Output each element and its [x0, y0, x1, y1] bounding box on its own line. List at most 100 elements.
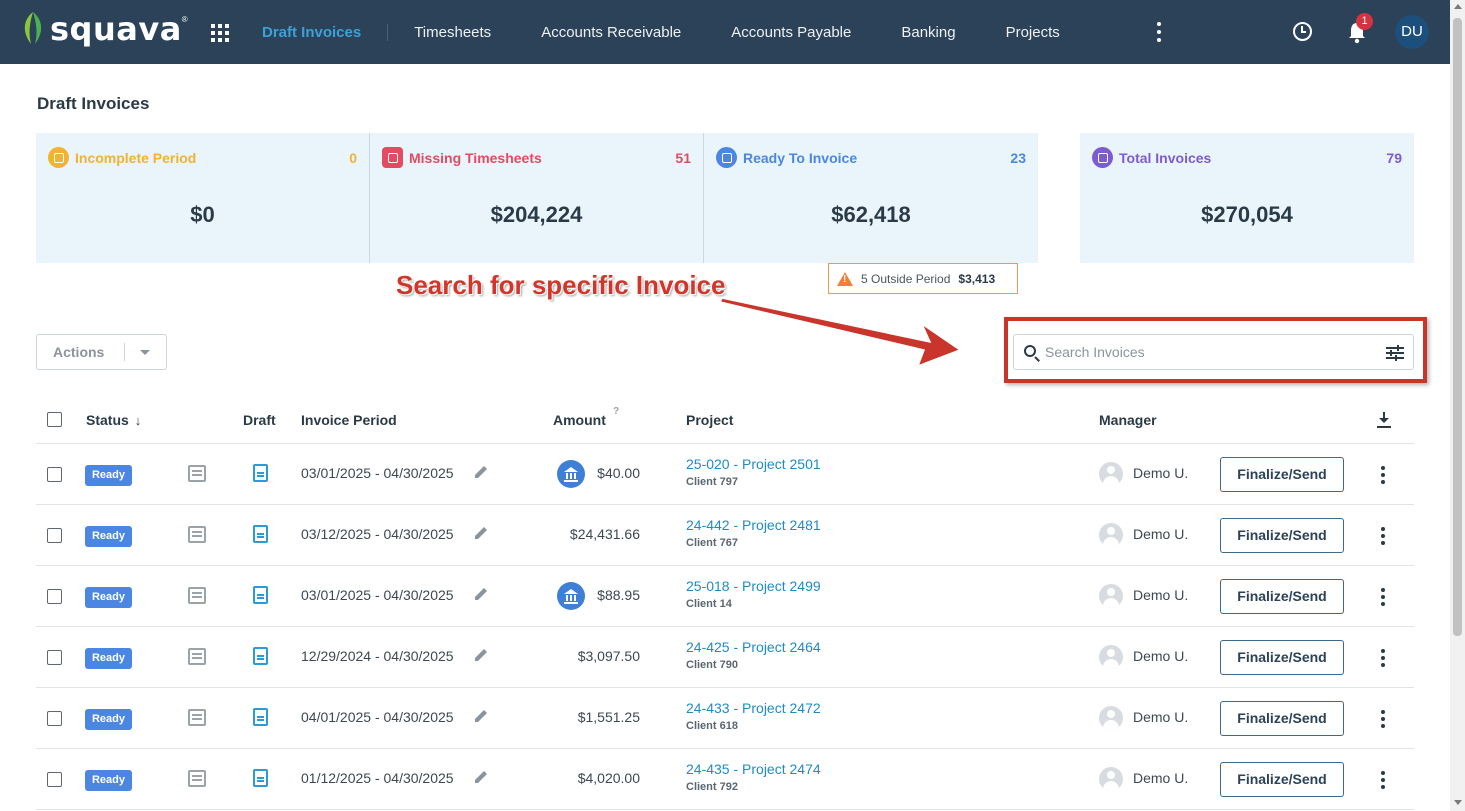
user-avatar[interactable]: DU	[1395, 15, 1429, 49]
draft-document-icon[interactable]	[253, 525, 268, 543]
row-checkbox[interactable]	[47, 772, 62, 787]
search-box[interactable]	[1013, 334, 1414, 370]
table-row[interactable]: Ready 03/12/2025 - 04/30/2025 $24,431.66…	[36, 505, 1414, 566]
download-icon[interactable]	[1377, 412, 1391, 428]
search-icon	[1024, 345, 1036, 357]
app-grid-icon[interactable]	[211, 24, 229, 42]
row-checkbox[interactable]	[47, 589, 62, 604]
project-link[interactable]: 25-020 - Project 2501	[686, 456, 821, 472]
finalize-send-button[interactable]: Finalize/Send	[1220, 701, 1344, 736]
squava-logo[interactable]: squava ®	[20, 10, 188, 48]
header-status[interactable]: Status ↓	[86, 412, 141, 428]
edit-pencil-icon[interactable]	[473, 708, 489, 724]
edit-pencil-icon[interactable]	[473, 464, 489, 480]
bank-icon[interactable]	[557, 582, 585, 610]
project-link[interactable]: 24-442 - Project 2481	[686, 517, 821, 533]
card-total-invoices[interactable]: Total Invoices 79 $270,054	[1080, 133, 1414, 263]
notes-icon[interactable]	[188, 770, 206, 787]
row-more-options-icon[interactable]	[1381, 527, 1385, 545]
status-badge: Ready	[85, 648, 132, 669]
finalize-send-button[interactable]: Finalize/Send	[1220, 640, 1344, 675]
nav-accounts-payable[interactable]: Accounts Payable	[731, 24, 851, 41]
page-title: Draft Invoices	[37, 94, 150, 113]
trademark-mark: ®	[181, 14, 188, 24]
table-row[interactable]: Ready 01/12/2025 - 04/30/2025 $4,020.00 …	[36, 749, 1414, 810]
nav-timesheets[interactable]: Timesheets	[414, 24, 491, 41]
invoice-period: 12/29/2024 - 04/30/2025	[301, 648, 454, 664]
invoice-period: 04/01/2025 - 04/30/2025	[301, 709, 454, 725]
more-vertical-icon[interactable]	[1154, 22, 1164, 42]
manager-avatar-icon	[1099, 645, 1123, 669]
draft-document-icon[interactable]	[253, 647, 268, 665]
finalize-send-button[interactable]: Finalize/Send	[1220, 457, 1344, 492]
card-amount: $204,224	[490, 202, 583, 227]
table-row[interactable]: Ready 12/29/2024 - 04/30/2025 $3,097.50 …	[36, 627, 1414, 688]
chevron-down-icon[interactable]	[140, 349, 150, 355]
finalize-send-button[interactable]: Finalize/Send	[1220, 518, 1344, 553]
card-missing-timesheets[interactable]: Missing Timesheets 51 $204,224	[370, 133, 703, 263]
sort-down-arrow-icon[interactable]: ↓	[135, 413, 142, 428]
manager-avatar-icon	[1099, 462, 1123, 486]
header-amount[interactable]: Amount ?	[553, 406, 619, 428]
table-row[interactable]: Ready 04/01/2025 - 04/30/2025 $1,551.25 …	[36, 688, 1414, 749]
notes-icon[interactable]	[188, 526, 206, 543]
manager-name: Demo U.	[1133, 648, 1189, 664]
edit-pencil-icon[interactable]	[473, 647, 489, 663]
page-scrollbar[interactable]	[1450, 0, 1465, 811]
nav-draft-invoices[interactable]: Draft Invoices	[262, 23, 389, 41]
outside-label: Outside Period	[871, 271, 951, 286]
table-row[interactable]: Ready 03/01/2025 - 04/30/2025 $88.95 25-…	[36, 566, 1414, 627]
status-badge: Ready	[85, 770, 132, 791]
notes-icon[interactable]	[188, 587, 206, 604]
filter-sliders-icon[interactable]	[1386, 345, 1404, 361]
nav-banking[interactable]: Banking	[901, 24, 955, 41]
notes-icon[interactable]	[188, 465, 206, 482]
project-link[interactable]: 24-433 - Project 2472	[686, 700, 821, 716]
draft-document-icon[interactable]	[253, 464, 268, 482]
header-project[interactable]: Project	[686, 412, 733, 428]
row-more-options-icon[interactable]	[1381, 466, 1385, 484]
finalize-send-button[interactable]: Finalize/Send	[1220, 762, 1344, 797]
row-checkbox[interactable]	[47, 650, 62, 665]
project-link[interactable]: 24-425 - Project 2464	[686, 639, 821, 655]
draft-document-icon[interactable]	[253, 586, 268, 604]
select-all-checkbox[interactable]	[47, 412, 62, 427]
card-incomplete-period[interactable]: Incomplete Period 0 $0	[36, 133, 369, 263]
help-icon[interactable]: ?	[613, 406, 619, 417]
draft-document-icon[interactable]	[253, 769, 268, 787]
scroll-thumb[interactable]	[1453, 18, 1462, 636]
clock-icon[interactable]	[1293, 22, 1312, 41]
finalize-send-button[interactable]: Finalize/Send	[1220, 579, 1344, 614]
annotation-callout: Search for specific Invoice	[396, 270, 726, 300]
edit-pencil-icon[interactable]	[473, 769, 489, 785]
project-link[interactable]: 24-435 - Project 2474	[686, 761, 821, 777]
table-row[interactable]: Ready 03/01/2025 - 04/30/2025 $40.00 25-…	[36, 444, 1414, 505]
row-checkbox[interactable]	[47, 711, 62, 726]
project-cell: 25-020 - Project 2501 Client 797	[686, 456, 821, 488]
manager-name: Demo U.	[1133, 770, 1189, 786]
draft-document-icon[interactable]	[253, 708, 268, 726]
card-ready-to-invoice[interactable]: Ready To Invoice 23 $62,418	[704, 133, 1038, 263]
nav-accounts-receivable[interactable]: Accounts Receivable	[541, 24, 681, 41]
search-input[interactable]	[1045, 341, 1375, 363]
notes-icon[interactable]	[188, 648, 206, 665]
nav-projects[interactable]: Projects	[1006, 24, 1060, 41]
bank-icon[interactable]	[557, 460, 585, 488]
edit-pencil-icon[interactable]	[473, 525, 489, 541]
scroll-up-arrow-icon[interactable]	[1454, 4, 1462, 9]
row-more-options-icon[interactable]	[1381, 710, 1385, 728]
scroll-down-arrow-icon[interactable]	[1454, 800, 1462, 805]
edit-pencil-icon[interactable]	[473, 586, 489, 602]
project-link[interactable]: 25-018 - Project 2499	[686, 578, 821, 594]
row-more-options-icon[interactable]	[1381, 649, 1385, 667]
client-name: Client 618	[686, 720, 738, 732]
notes-icon[interactable]	[188, 709, 206, 726]
row-checkbox[interactable]	[47, 528, 62, 543]
header-invoice-period[interactable]: Invoice Period	[301, 412, 397, 428]
actions-dropdown[interactable]: Actions	[36, 334, 167, 370]
header-manager[interactable]: Manager	[1099, 412, 1157, 428]
row-more-options-icon[interactable]	[1381, 771, 1385, 789]
row-more-options-icon[interactable]	[1381, 588, 1385, 606]
row-checkbox[interactable]	[47, 467, 62, 482]
invoice-amount: $3,097.50	[577, 648, 640, 664]
